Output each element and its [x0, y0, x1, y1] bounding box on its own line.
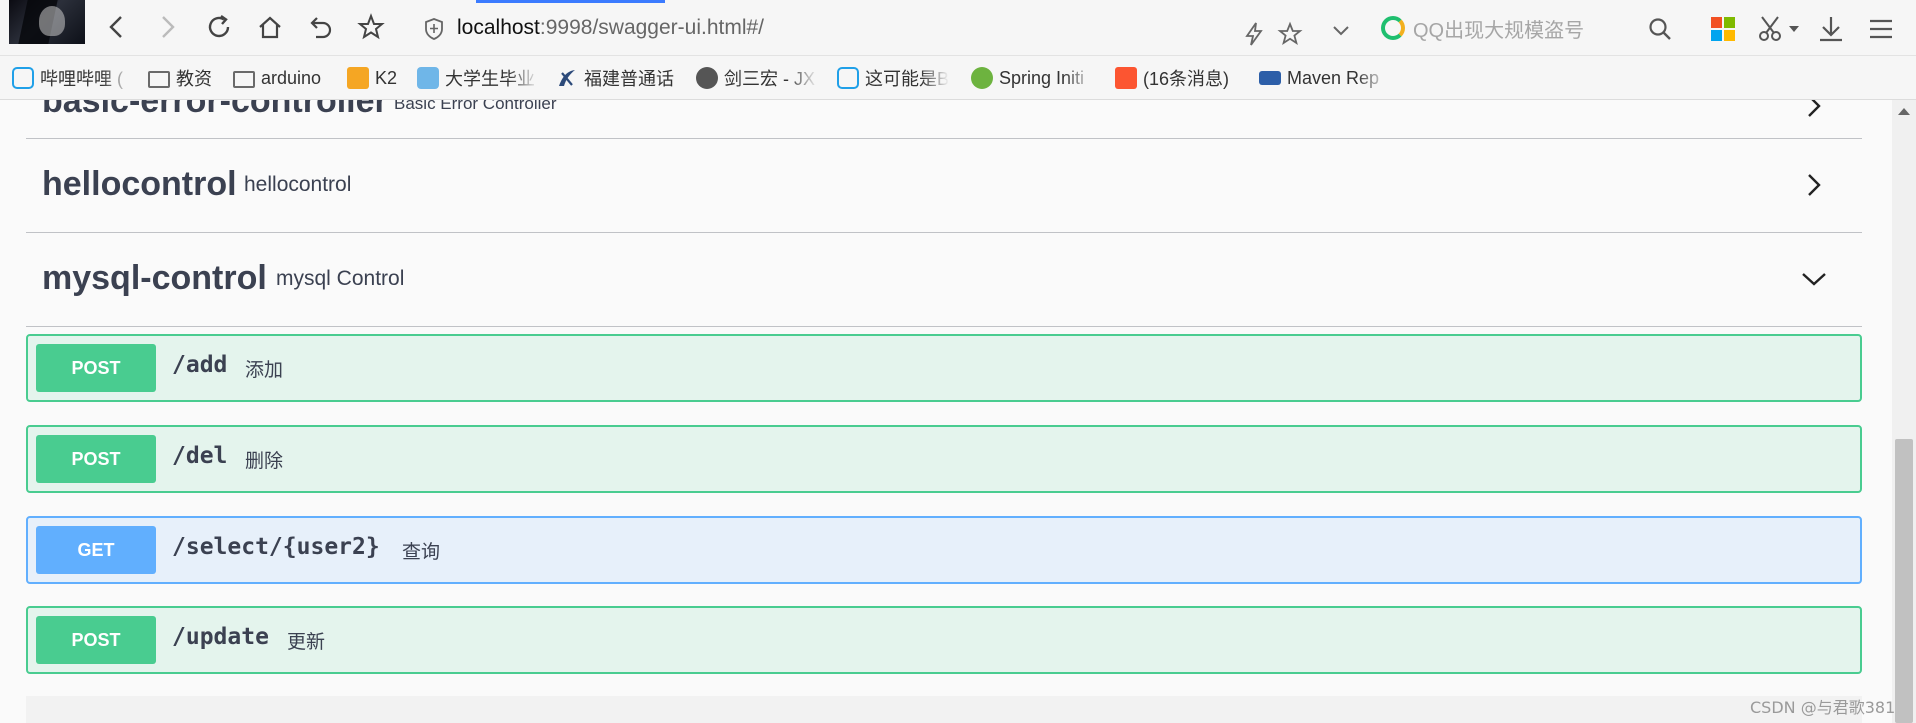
url-host: localhost — [457, 16, 540, 39]
bookmark-label: Spring Initi — [999, 67, 1085, 88]
bookmark-label: 大学生毕业 — [445, 69, 535, 89]
undo-icon[interactable] — [303, 10, 337, 44]
star-icon[interactable] — [354, 10, 388, 44]
education-icon — [417, 67, 439, 89]
forward-icon[interactable] — [150, 10, 184, 44]
back-icon[interactable] — [100, 10, 134, 44]
lightning-icon[interactable] — [1240, 20, 1268, 48]
browser-toolbar: localhost:9998/swagger-ui.html#/ QQ出现大规模… — [0, 0, 1916, 56]
bookmark-label: arduino — [261, 67, 322, 88]
maven-icon — [1259, 71, 1281, 85]
operation-path: /add — [172, 352, 228, 378]
bookmark-k2[interactable]: K2 — [347, 64, 405, 92]
bookmarks-bar: 哔哩哔哩 ( 教资 arduino K2 大学生毕业 福建普通话 剑三宏 - J… — [0, 56, 1916, 100]
tag-description: Basic Error Controller — [394, 100, 557, 113]
page-scrollbar[interactable] — [1892, 100, 1916, 723]
chevron-right-icon[interactable] — [1800, 171, 1828, 199]
csdn-watermark: CSDN @与君歌381 — [1750, 698, 1896, 717]
operation-path: /update — [172, 624, 269, 650]
shield-icon[interactable] — [424, 18, 444, 40]
operation-summary: 更新 — [287, 631, 326, 653]
bookmark-label: 福建普通话 — [584, 69, 674, 89]
bookmark-maven-repository[interactable]: Maven Rep — [1259, 64, 1389, 92]
bookmark-mandarin[interactable]: 福建普通话 — [556, 64, 684, 92]
operation-path: /del — [172, 443, 228, 469]
method-badge: GET — [36, 526, 156, 574]
operation-get-select[interactable]: GET /select/{user2} 查询 — [26, 516, 1862, 584]
csdn-icon — [1115, 67, 1137, 89]
folder-icon — [148, 71, 170, 88]
bookmark-label: 这可能是B — [865, 69, 949, 89]
bookmark-label: (16条消息) — [1143, 69, 1230, 89]
url-text[interactable]: localhost:9998/swagger-ui.html#/ — [457, 16, 764, 40]
swagger-page: basic-error-controller Basic Error Contr… — [0, 100, 1892, 723]
bookmark-label: 哔哩哔哩 ( — [40, 69, 123, 89]
spring-icon — [971, 67, 993, 89]
home-icon[interactable] — [253, 10, 287, 44]
bookmark-csdn[interactable]: (16条消息) — [1115, 64, 1243, 92]
method-badge: POST — [36, 616, 156, 664]
tag-section-basic-error-controller[interactable]: basic-error-controller Basic Error Contr… — [26, 100, 1862, 139]
tag-section-hellocontrol[interactable]: hellocontrol hellocontrol — [26, 139, 1862, 233]
tag-description: mysql Control — [276, 267, 405, 290]
reload-icon[interactable] — [202, 10, 236, 44]
bilibili-icon — [12, 67, 34, 89]
bookmark-bilibili[interactable]: 哔哩哔哩 ( — [12, 64, 132, 92]
operation-summary: 查询 — [402, 541, 441, 563]
tag-description: hellocontrol — [244, 173, 352, 196]
bookmark-folder-arduino[interactable]: arduino — [233, 64, 333, 92]
search-placeholder: QQ出现大规模盗号 — [1413, 20, 1585, 42]
bookmark-graduation[interactable]: 大学生毕业 — [417, 64, 539, 92]
menu-icon[interactable] — [1866, 14, 1896, 44]
search-engine-box[interactable]: QQ出现大规模盗号 — [1373, 10, 1653, 46]
qq-browser-search-icon — [1381, 16, 1405, 40]
profile-avatar[interactable] — [9, 0, 85, 44]
apps-icon[interactable] — [1708, 14, 1738, 44]
tag-title: basic-error-controller — [42, 100, 388, 120]
method-badge: POST — [36, 344, 156, 392]
operation-post-add[interactable]: POST /add 添加 — [26, 334, 1862, 402]
operation-post-del[interactable]: POST /del 删除 — [26, 425, 1862, 493]
scissors-icon[interactable] — [1756, 14, 1786, 44]
tag-title: hellocontrol — [42, 165, 237, 203]
operation-post-update[interactable]: POST /update 更新 — [26, 606, 1862, 674]
bilibili-icon — [837, 67, 859, 89]
tag-section-mysql-control[interactable]: mysql-control mysql Control — [26, 233, 1862, 327]
bookmark-folder-jiaozi[interactable]: 教资 — [148, 64, 218, 92]
bookmark-label: 教资 — [176, 69, 212, 89]
address-bar[interactable]: localhost:9998/swagger-ui.html#/ — [410, 6, 1310, 50]
tag-title: mysql-control — [42, 259, 267, 297]
jx3-icon — [696, 67, 718, 89]
next-section-band — [26, 696, 1862, 723]
scissors-dropdown-icon[interactable] — [1788, 24, 1800, 34]
chevron-right-icon[interactable] — [1800, 100, 1828, 120]
method-badge: POST — [36, 435, 156, 483]
folder-icon — [233, 71, 255, 88]
scroll-up-arrow-icon[interactable] — [1896, 104, 1912, 118]
bookmark-label: 剑三宏 - JX — [724, 69, 816, 89]
download-icon[interactable] — [1816, 14, 1846, 44]
bookmark-star-icon[interactable] — [1276, 20, 1304, 48]
fujian-logo-icon — [556, 67, 578, 89]
active-tab-indicator — [476, 0, 665, 3]
bookmark-label: K2 — [375, 67, 398, 88]
dropdown-icon[interactable] — [1329, 18, 1353, 42]
bookmark-label: Maven Rep — [1287, 67, 1380, 88]
scrollbar-thumb[interactable] — [1895, 439, 1913, 723]
bookmark-jx3-macro[interactable]: 剑三宏 - JX — [696, 64, 818, 92]
operation-path: /select/{user2} — [172, 534, 380, 560]
bookmark-bilibili-2[interactable]: 这可能是B — [837, 64, 949, 92]
operation-summary: 删除 — [245, 450, 284, 472]
operation-summary: 添加 — [245, 359, 284, 381]
url-path: :9998/swagger-ui.html#/ — [539, 16, 765, 39]
chevron-down-icon[interactable] — [1800, 265, 1828, 293]
k2-icon — [347, 67, 369, 89]
search-icon[interactable] — [1647, 16, 1673, 42]
bookmark-spring-initializr[interactable]: Spring Initi — [971, 64, 1095, 92]
